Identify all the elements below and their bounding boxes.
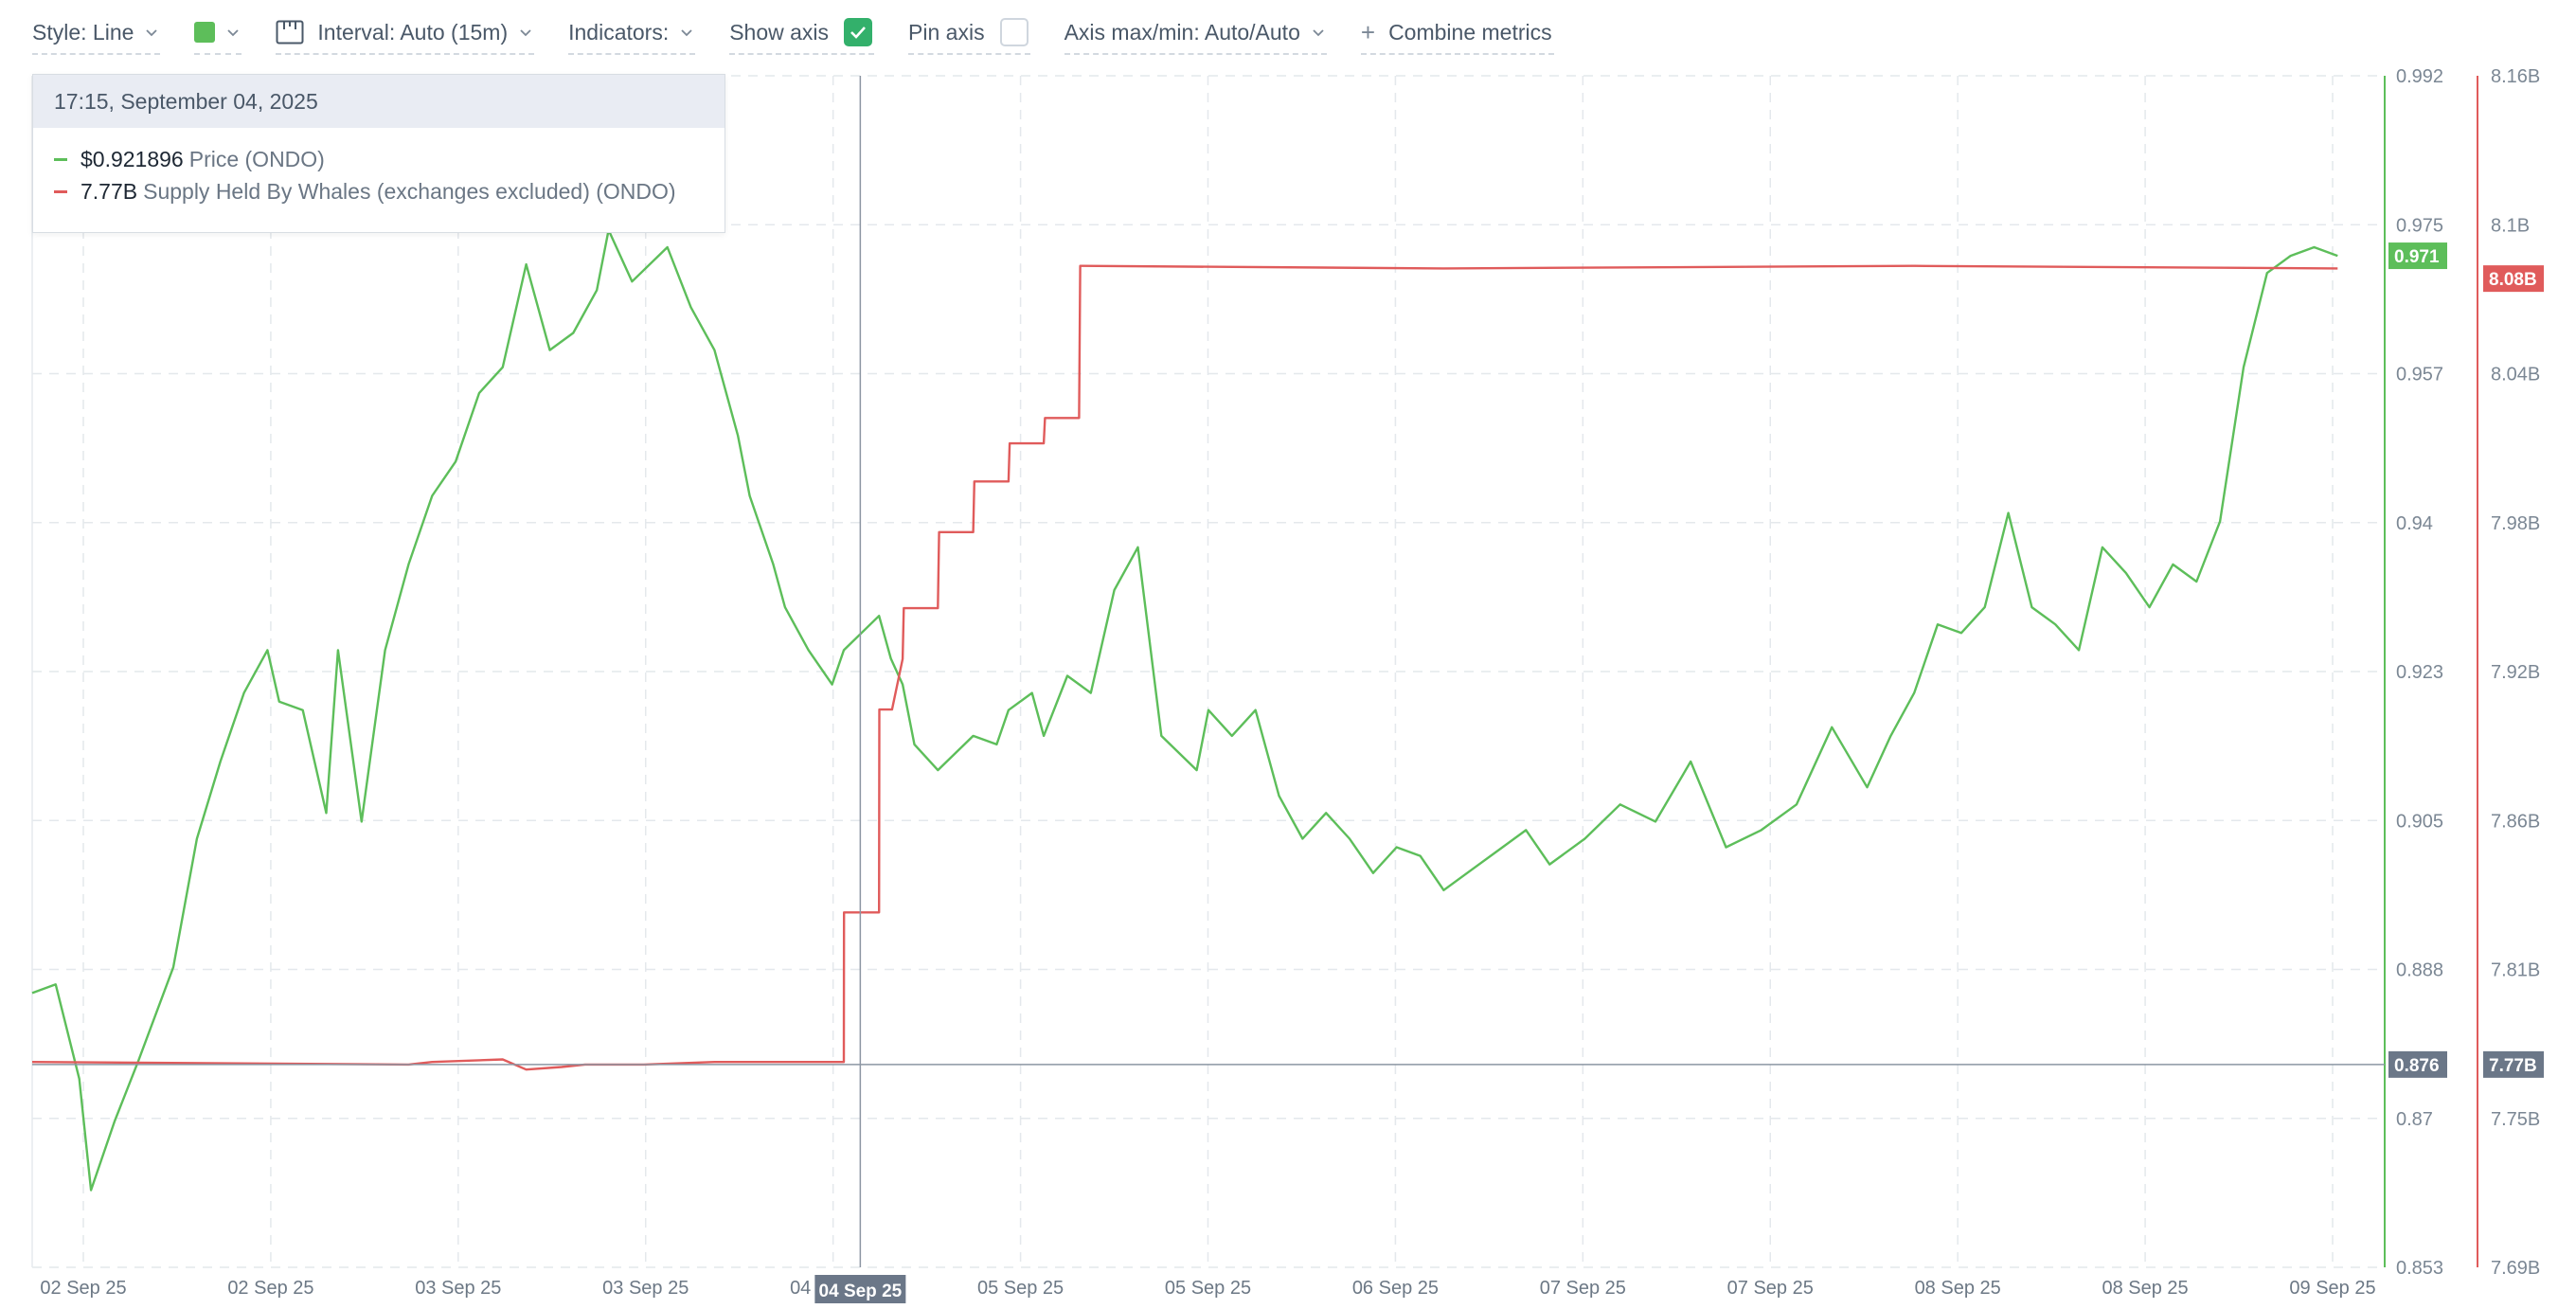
- tooltip-timestamp: 17:15, September 04, 2025: [33, 75, 724, 128]
- price-tick-label: 0.975: [2396, 215, 2443, 236]
- supply-crosshair-badge: 7.77B: [2489, 1056, 2537, 1076]
- time-tick-label: 03 Sep 25: [415, 1278, 501, 1299]
- price-tick-label: 0.94: [2396, 513, 2433, 534]
- crosshair-x-label: 04 Sep 25: [819, 1282, 903, 1301]
- tooltip-price-value: $0.921896: [80, 146, 184, 171]
- supply-tick-label: 8.1B: [2491, 215, 2530, 236]
- tooltip-supply-name: Supply Held By Whales (exchanges exclude…: [143, 178, 676, 204]
- time-tick-label: 05 Sep 25: [977, 1278, 1064, 1299]
- price-tick-label: 0.853: [2396, 1258, 2443, 1279]
- time-tick-label: 09 Sep 25: [2289, 1278, 2375, 1299]
- time-tick-label: 08 Sep 25: [2102, 1278, 2188, 1299]
- supply-tick-label: 7.92B: [2491, 662, 2540, 683]
- supply-tick-label: 7.98B: [2491, 513, 2540, 534]
- time-tick-label: 02 Sep 25: [40, 1278, 126, 1299]
- price-tick-label: 0.992: [2396, 66, 2443, 87]
- supply-tick-label: 8.04B: [2491, 365, 2540, 386]
- supply-tick-label: 7.69B: [2491, 1258, 2540, 1279]
- time-tick-label: 07 Sep 25: [1727, 1278, 1814, 1299]
- legend-dash-price: [54, 157, 67, 161]
- tooltip-row-price: $0.921896 Price (ONDO): [33, 143, 724, 175]
- time-axis: 02 Sep 25 02 Sep 25 03 Sep 25 03 Sep 25 04 S…: [40, 1278, 2375, 1299]
- supply-line: [31, 264, 2338, 1071]
- supply-tick-label: 7.86B: [2491, 811, 2540, 832]
- price-current-badge: 0.971: [2394, 247, 2440, 267]
- supply-tick-label: 7.75B: [2491, 1109, 2540, 1130]
- tooltip-row-supply: 7.77B Supply Held By Whales (exchanges e…: [33, 175, 724, 207]
- price-tick-label: 0.923: [2396, 662, 2443, 683]
- supply-tick-label: 7.81B: [2491, 960, 2540, 981]
- time-tick-label: 08 Sep 25: [1915, 1278, 2001, 1299]
- tooltip-supply-value: 7.77B: [80, 178, 138, 204]
- chart-tooltip: 17:15, September 04, 2025 $0.921896 Pric…: [32, 74, 725, 233]
- supply-tick-label: 8.16B: [2491, 66, 2540, 87]
- price-tick-label: 0.957: [2396, 365, 2443, 386]
- time-tick-label: 06 Sep 25: [1352, 1278, 1439, 1299]
- supply-current-badge: 8.08B: [2489, 270, 2537, 290]
- time-tick-label: 07 Sep 25: [1540, 1278, 1626, 1299]
- time-tick-label: 03 Sep 25: [602, 1278, 689, 1299]
- price-tick-label: 0.888: [2396, 960, 2443, 981]
- price-tick-label: 0.905: [2396, 811, 2443, 832]
- price-crosshair-badge: 0.876: [2394, 1056, 2440, 1076]
- tooltip-price-name: Price (ONDO): [188, 146, 325, 171]
- time-tick-label: 05 Sep 25: [1165, 1278, 1251, 1299]
- chart-grid: [31, 75, 2385, 1268]
- time-tick-label: 02 Sep 25: [227, 1278, 313, 1299]
- legend-dash-supply: [54, 189, 67, 193]
- supply-axis: 8.16B 8.1B 8.04B 7.98B 7.92B 7.86B 7.81B 7.75B 7…: [2477, 66, 2540, 1279]
- price-tick-label: 0.87: [2396, 1109, 2433, 1130]
